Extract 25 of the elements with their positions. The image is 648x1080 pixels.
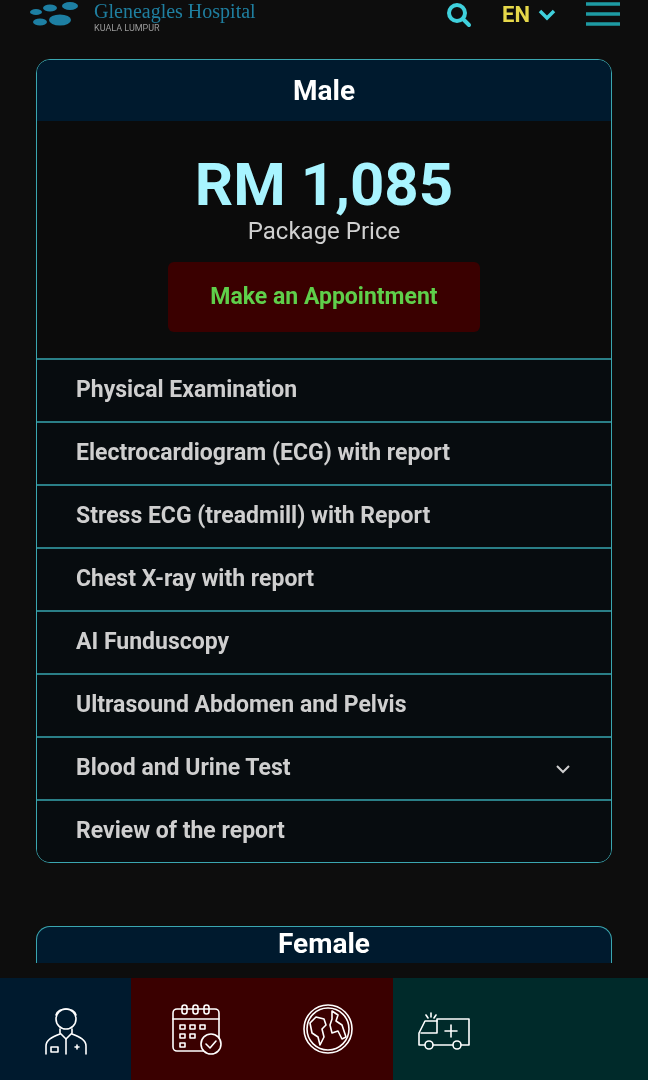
menu-icon[interactable]: [586, 1, 620, 28]
package-item: AI Funduscopy: [37, 610, 611, 673]
package-item: Ultrasound Abdomen and Pelvis: [37, 673, 611, 736]
package-item: Chest X-ray with report: [37, 547, 611, 610]
globe-icon: [301, 1003, 354, 1055]
appointment-button[interactable]: Make an Appointment: [168, 262, 480, 332]
language-selector[interactable]: EN: [502, 0, 556, 31]
package-title: Female: [278, 928, 370, 962]
package-item[interactable]: Blood and Urine Test: [37, 736, 611, 799]
package-item: Stress ECG (treadmill) with Report: [37, 484, 611, 547]
calendar-check-icon: [170, 1003, 223, 1055]
package-item: Electrocardiogram (ECG) with report: [37, 421, 611, 484]
hospital-location: KUALA LUMPUR: [94, 23, 161, 35]
package-title: Male: [293, 72, 355, 109]
search-icon[interactable]: [446, 1, 473, 28]
price-label: Package Price: [247, 217, 401, 245]
nav-tab[interactable]: [262, 978, 393, 1080]
package-price: RM 1,085: [194, 153, 454, 217]
package-item: Review of the report: [37, 799, 611, 862]
hospital-name: Gleneagles Hospital: [94, 0, 256, 22]
package-item: Physical Examination: [37, 358, 611, 421]
nav-tab[interactable]: [131, 978, 262, 1080]
nav-tab[interactable]: [0, 978, 131, 1080]
chevron-down-icon: [538, 8, 556, 21]
chevron-down-icon: [555, 763, 571, 774]
